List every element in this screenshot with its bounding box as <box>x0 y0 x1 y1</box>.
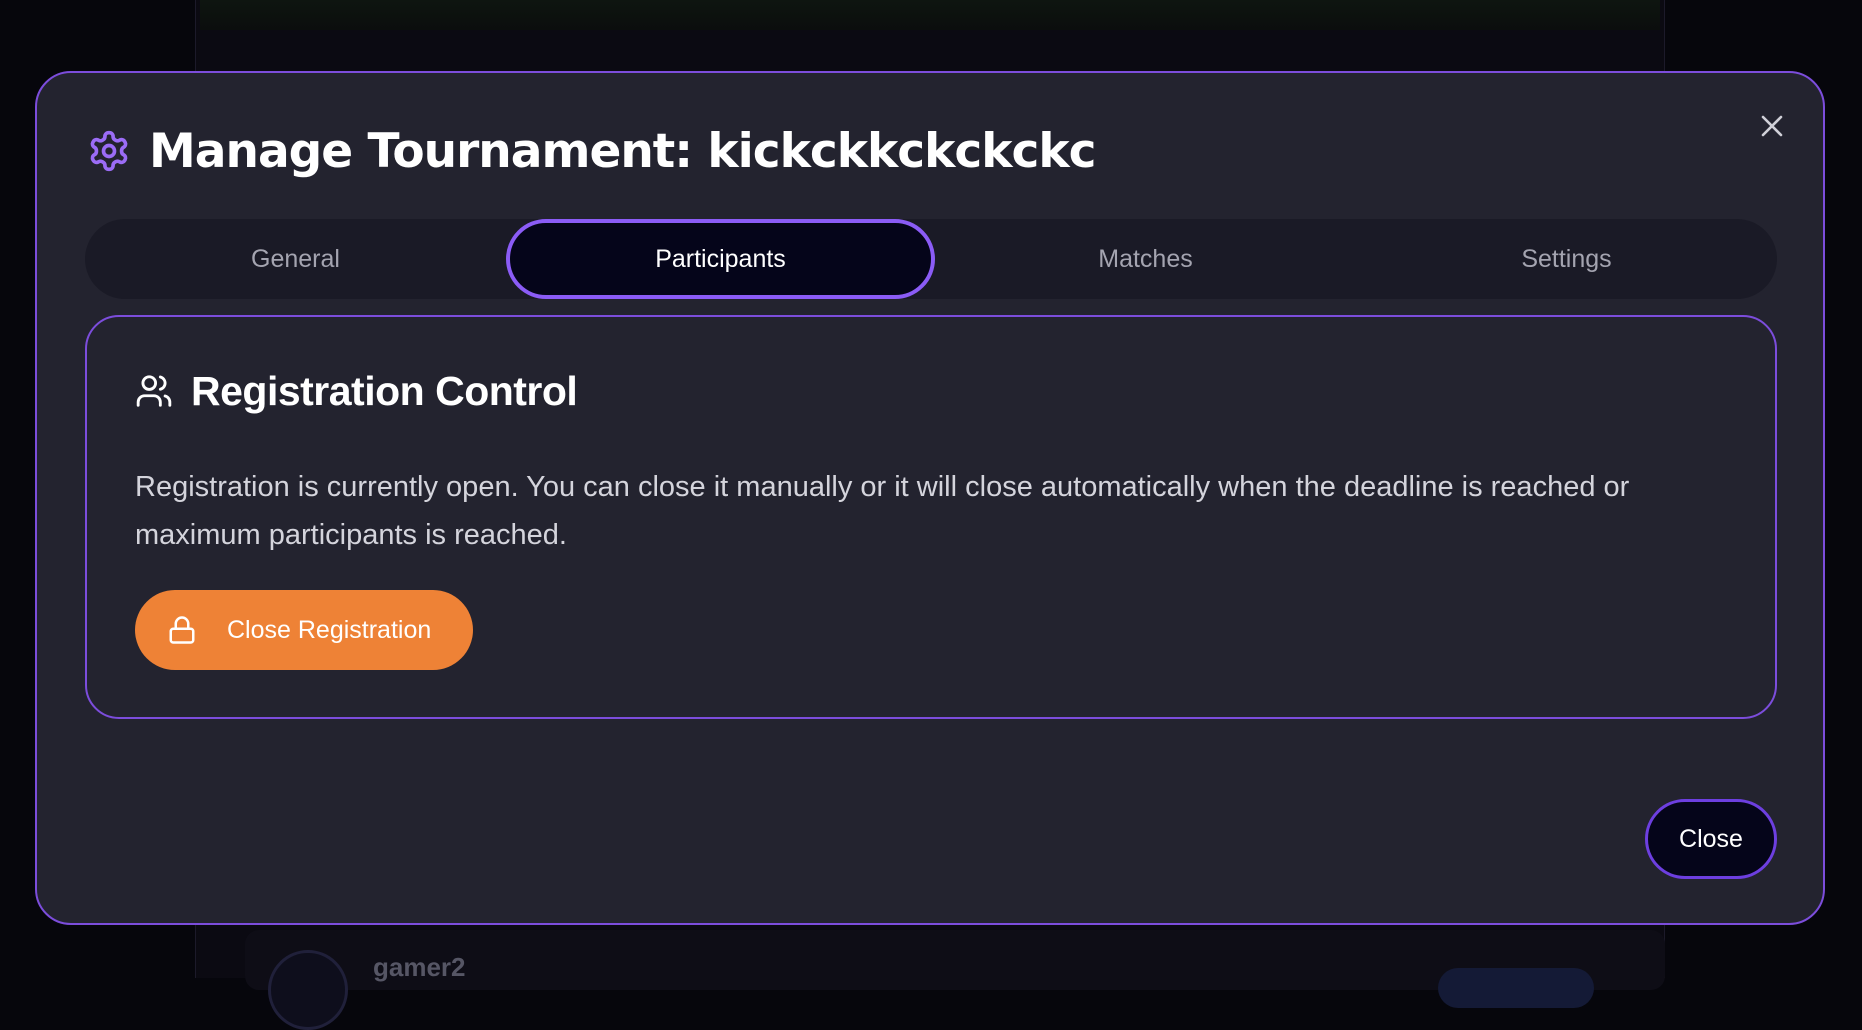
close-icon <box>1761 115 1783 137</box>
background-avatar <box>268 950 348 1030</box>
footer-close-button[interactable]: Close <box>1645 799 1777 879</box>
manage-tournament-modal: Manage Tournament: kickckkckckckc Genera… <box>35 71 1825 925</box>
gear-icon <box>90 130 128 172</box>
tab-participants[interactable]: Participants <box>506 219 935 299</box>
modal-header: Manage Tournament: kickckkckckckc <box>87 121 1096 181</box>
tab-bar: General Participants Matches Settings <box>85 219 1777 299</box>
registration-title: Registration Control <box>191 367 578 414</box>
tab-matches[interactable]: Matches <box>935 219 1356 299</box>
tab-settings[interactable]: Settings <box>1356 219 1777 299</box>
lock-icon <box>169 616 195 644</box>
registration-control-card: Registration Control Registration is cur… <box>85 315 1777 719</box>
close-registration-label: Close Registration <box>227 615 432 644</box>
tab-general[interactable]: General <box>85 219 506 299</box>
close-registration-button[interactable]: Close Registration <box>135 590 473 670</box>
modal-title: Manage Tournament: kickckkckckckc <box>149 123 1096 179</box>
registration-description: Registration is currently open. You can … <box>135 471 1630 551</box>
background-header-strip <box>200 0 1660 30</box>
users-icon <box>136 375 172 407</box>
modal-close-button[interactable] <box>1755 109 1789 143</box>
background-participant-name: gamer2 <box>373 952 466 982</box>
registration-card-header: Registration Control <box>135 365 578 417</box>
background-badge <box>1438 968 1594 1008</box>
